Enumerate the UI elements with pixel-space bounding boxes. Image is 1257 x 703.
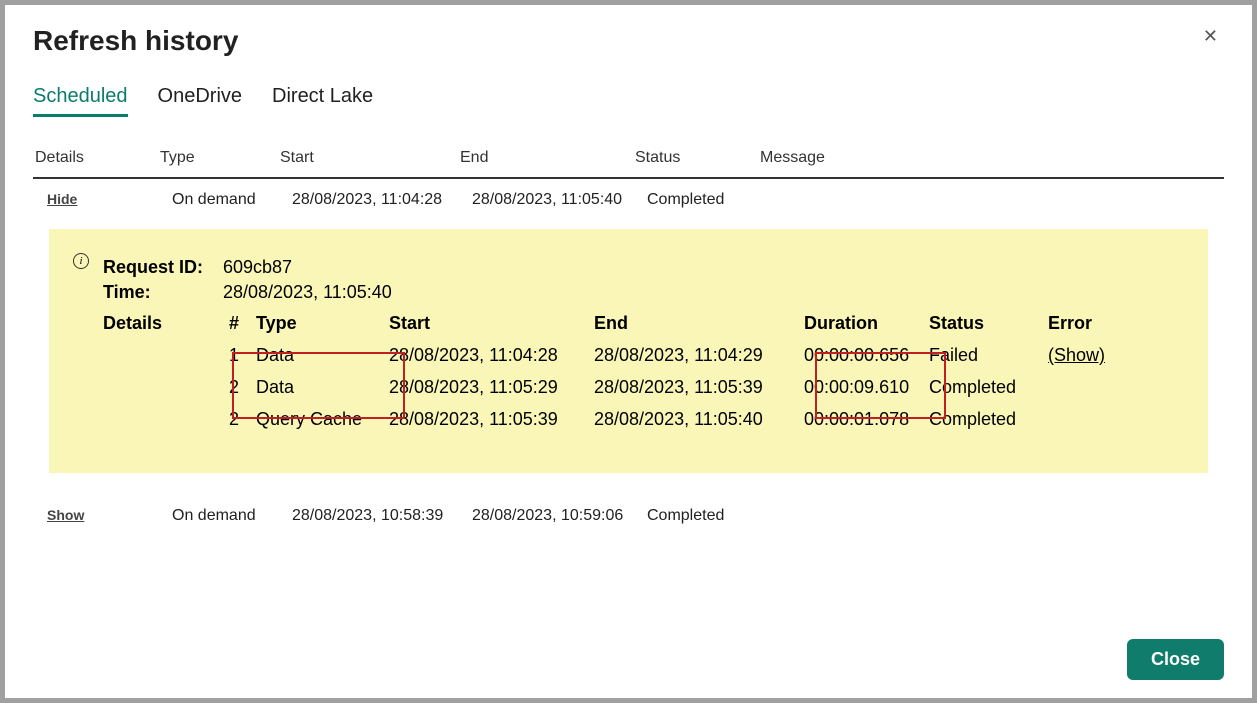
col-details: Details [35,149,160,167]
dt-col-type: Type [256,307,389,339]
table-body[interactable]: Hide On demand 28/08/2023, 11:04:28 28/0… [33,179,1224,625]
info-icon: i [73,253,89,269]
row-end: 28/08/2023, 10:59:06 [472,507,647,525]
detail-table-header: Details # Type Start End Duration Status… [103,307,1186,339]
dt-type: Data [256,339,389,371]
dialog-footer: Close [33,625,1224,680]
dt-status: Completed [929,371,1048,403]
col-status: Status [635,149,760,167]
dt-end: 28/08/2023, 11:05:40 [594,403,804,435]
dt-num: 2 [223,403,256,435]
tab-directlake[interactable]: Direct Lake [272,85,373,117]
dt-num: 1 [223,339,256,371]
dt-end: 28/08/2023, 11:05:39 [594,371,804,403]
row-start: 28/08/2023, 11:04:28 [292,191,472,209]
row-type: On demand [172,507,292,525]
error-show-link[interactable]: (Show) [1048,345,1105,365]
row-status: Completed [647,191,772,209]
request-id-label: Request ID: [103,257,223,278]
dt-num: 2 [223,371,256,403]
close-button[interactable]: Close [1127,639,1224,680]
detail-meta: Request ID: 609cb87 Time: 28/08/2023, 11… [103,257,1186,303]
col-message: Message [760,149,1222,167]
detail-panel: i Request ID: 609cb87 Time: 28/08/2023, … [49,229,1208,473]
dt-status: Failed [929,339,1048,371]
tab-scheduled[interactable]: Scheduled [33,85,128,117]
hide-link[interactable]: Hide [47,191,77,207]
time-value: 28/08/2023, 11:05:40 [223,282,392,303]
detail-row: 1 Data 28/08/2023, 11:04:28 28/08/2023, … [103,339,1186,371]
dt-col-num: # [223,307,256,339]
close-icon[interactable]: ✕ [1197,25,1224,47]
dt-end: 28/08/2023, 11:04:29 [594,339,804,371]
dt-type: Query Cache [256,403,389,435]
show-link[interactable]: Show [47,507,84,523]
row-end: 28/08/2023, 11:05:40 [472,191,647,209]
dt-start: 28/08/2023, 11:05:29 [389,371,594,403]
detail-table: Details # Type Start End Duration Status… [103,307,1186,435]
dt-col-end: End [594,307,804,339]
tab-onedrive[interactable]: OneDrive [158,85,242,117]
refresh-history-dialog: Refresh history ✕ Scheduled OneDrive Dir… [5,5,1252,698]
dt-col-error: Error [1048,307,1186,339]
col-type: Type [160,149,280,167]
col-start: Start [280,149,460,167]
row-status: Completed [647,507,772,525]
request-id-value: 609cb87 [223,257,292,278]
row-type: On demand [172,191,292,209]
dt-type: Data [256,371,389,403]
table-row: Show On demand 28/08/2023, 10:58:39 28/0… [33,495,1224,537]
dialog-header: Refresh history ✕ [33,25,1224,57]
dialog-title: Refresh history [33,25,238,57]
dt-status: Completed [929,403,1048,435]
detail-row: 2 Query Cache 28/08/2023, 11:05:39 28/08… [103,403,1186,435]
tabs: Scheduled OneDrive Direct Lake [33,85,1224,117]
dt-col-start: Start [389,307,594,339]
row-start: 28/08/2023, 10:58:39 [292,507,472,525]
table-row: Hide On demand 28/08/2023, 11:04:28 28/0… [33,179,1224,221]
dt-col-duration: Duration [804,307,929,339]
table-header: Details Type Start End Status Message [33,149,1224,179]
col-end: End [460,149,635,167]
dt-duration: 00:00:00.656 [804,339,929,371]
detail-details-label: Details [103,307,223,339]
detail-row: 2 Data 28/08/2023, 11:05:29 28/08/2023, … [103,371,1186,403]
time-label: Time: [103,282,223,303]
dt-duration: 00:00:01.078 [804,403,929,435]
dt-start: 28/08/2023, 11:05:39 [389,403,594,435]
dt-col-status: Status [929,307,1048,339]
dt-duration: 00:00:09.610 [804,371,929,403]
dt-start: 28/08/2023, 11:04:28 [389,339,594,371]
